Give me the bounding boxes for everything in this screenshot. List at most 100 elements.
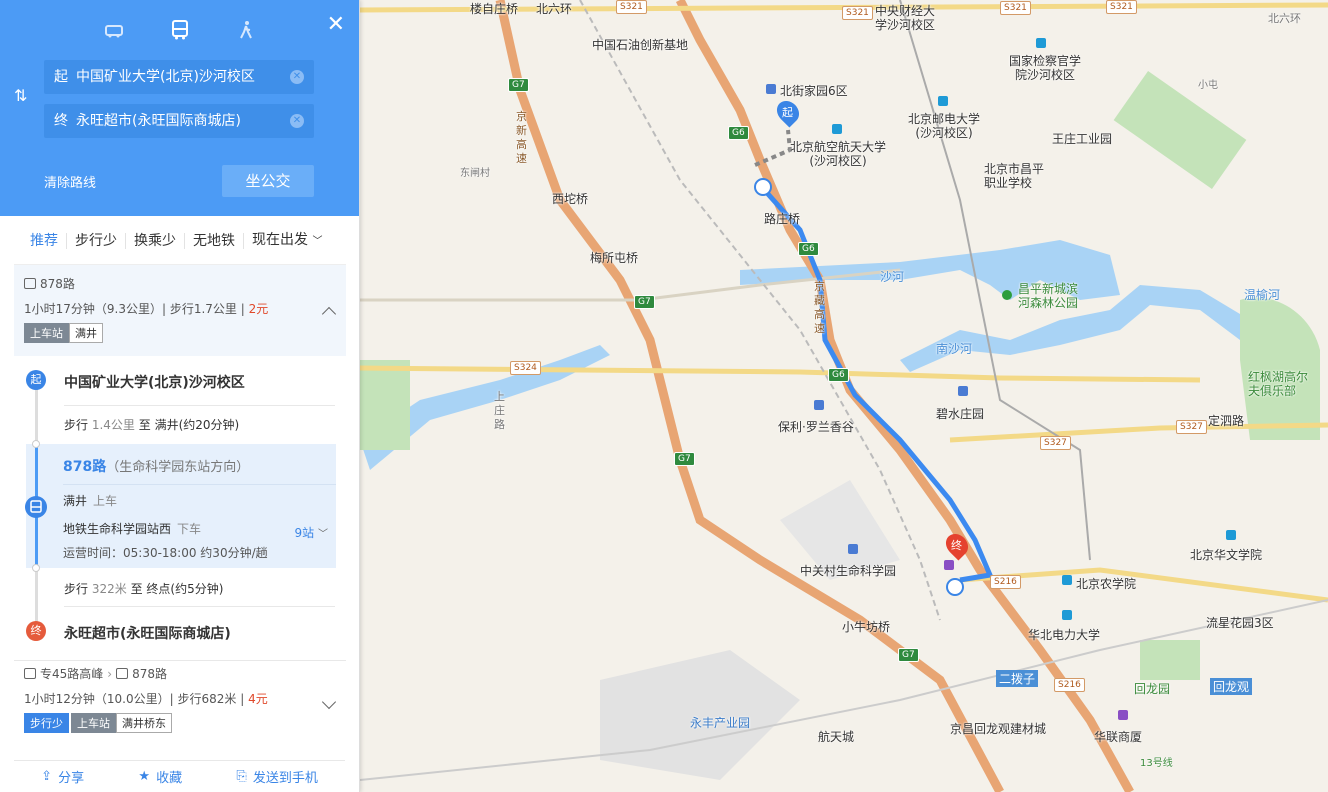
- map-label: 华北电力大学: [1028, 628, 1101, 642]
- map-label: 13号线: [1140, 758, 1173, 769]
- bus-stop-icon[interactable]: [946, 578, 964, 596]
- map-label: 路庄桥: [764, 212, 801, 226]
- plan-info: 1小时12分钟（10.0公里）| 步行682米 |: [24, 692, 249, 706]
- start-stop-name: 中国矿业大学(北京)沙河校区: [64, 375, 245, 391]
- share-icon: ⇪: [41, 769, 53, 784]
- walk-target: 至 终点(约5分钟): [130, 582, 224, 596]
- start-value: 中国矿业大学(北京)沙河校区: [76, 69, 255, 85]
- map-label: 北京航空航天大学(沙河校区): [790, 140, 887, 168]
- bus-direction: （生命科学园东站方向）: [106, 460, 250, 475]
- clear-end-icon[interactable]: ✕: [290, 114, 304, 128]
- map-label: 北六环: [1268, 12, 1301, 25]
- walk-target: 至 满井(约20分钟): [138, 418, 240, 432]
- start-field[interactable]: 起中国矿业大学(北京)沙河校区 ✕: [44, 60, 314, 94]
- bus-stop-icon[interactable]: [754, 178, 772, 196]
- map-label: 楼自庄桥: [470, 2, 519, 16]
- walk-icon[interactable]: [234, 18, 258, 42]
- board-stop-tag-value: 满井桥东: [116, 713, 172, 733]
- bus-icon[interactable]: [168, 18, 192, 42]
- share-button[interactable]: ⇪ 分享: [41, 767, 84, 786]
- chevron-down-icon: ﹀: [318, 529, 328, 540]
- plan-info: 1小时17分钟（9.3公里）| 步行1.7公里 |: [24, 302, 249, 316]
- bus-icon: [116, 668, 129, 679]
- board-stop-tag-label: 上车站: [71, 713, 116, 733]
- close-icon[interactable]: ✕: [327, 14, 345, 36]
- map-label: 京新高速: [516, 110, 527, 165]
- map-label: 流星花园3区: [1206, 616, 1274, 630]
- walk-label: 步行: [64, 582, 89, 596]
- share-label: 分享: [58, 771, 85, 786]
- bus-line-name: 878路: [63, 459, 107, 475]
- map-label: 西坨桥: [552, 192, 589, 206]
- map-label: 华联商厦: [1094, 730, 1143, 744]
- operating-hours: 运营时间：05:30-18:00 约30分钟/趟: [63, 546, 268, 560]
- stops-toggle[interactable]: 9站 ﹀: [295, 524, 328, 541]
- walk-label: 步行: [64, 418, 89, 432]
- favorite-button[interactable]: ★ 收藏: [138, 767, 182, 786]
- school-icon: [1062, 575, 1072, 585]
- chevron-down-icon: ﹀: [312, 236, 323, 247]
- bus-icon: [24, 668, 36, 679]
- map-label: 小屯: [1198, 80, 1218, 91]
- map-label: 北街家园6区: [780, 84, 848, 98]
- drive-icon[interactable]: [102, 18, 126, 42]
- map-label: 北京农学院: [1076, 577, 1137, 591]
- send-to-phone-button[interactable]: ⎘ 发送到手机: [236, 767, 317, 786]
- bus-segment[interactable]: 878路（生命科学园东站方向） 满井 上车 地铁生命科学园站西 下车 运营时间：05…: [26, 444, 336, 568]
- map-label: 沙河: [880, 270, 905, 284]
- map-label: 中国石油创新基地: [592, 38, 689, 52]
- bus-icon: [24, 278, 36, 289]
- end-stop-name: 永旺超市(永旺国际商城店): [64, 626, 231, 642]
- board-stop-tag-label: 上车站: [24, 323, 69, 343]
- search-bus-button[interactable]: 坐公交: [222, 165, 314, 197]
- plan-line: 专45路高峰: [40, 667, 104, 681]
- map-label: 永丰产业园: [690, 716, 751, 730]
- map-label: 保利·罗兰香谷: [778, 420, 854, 434]
- board-stop-tag-value: 满井: [69, 323, 103, 343]
- building-icon: [848, 544, 858, 554]
- end-marker-label: 终: [951, 539, 962, 552]
- bus-stop-icon: [25, 496, 47, 518]
- school-icon: [832, 124, 842, 134]
- start-tag: 起: [54, 69, 68, 85]
- map-label: 碧水庄园: [936, 407, 985, 421]
- board-stop: 满井: [63, 494, 88, 508]
- search-header: ✕ ⇅ 起中国矿业大学(北京)沙河校区 ✕ 终永旺超市(永旺国际商城店) ✕ 清…: [0, 0, 359, 216]
- tab-recommended[interactable]: 推荐: [14, 233, 67, 249]
- timeline-node: [32, 564, 40, 572]
- end-dot: 终: [26, 621, 46, 641]
- depart-now-label: 现在出发: [252, 232, 308, 248]
- map-label: 北京邮电大学(沙河校区): [907, 112, 980, 140]
- tab-less-transfer[interactable]: 换乘少: [126, 233, 185, 249]
- map-label: 王庄工业园: [1052, 132, 1113, 146]
- favorite-label: 收藏: [156, 771, 183, 786]
- tab-depart-now[interactable]: 现在出发 ﹀: [244, 232, 330, 250]
- walk-step-1: 步行 1.4公里 至 满井(约20分钟): [64, 416, 239, 433]
- clear-start-icon[interactable]: ✕: [290, 70, 304, 84]
- map-label: 回龙观: [1210, 678, 1253, 695]
- map-label: 昌平新城滨河森林公园: [1018, 282, 1079, 310]
- park-icon: [1002, 290, 1012, 300]
- map-label: 东闸村: [460, 168, 490, 179]
- swap-icon[interactable]: ⇅: [14, 86, 27, 105]
- route-plan-1[interactable]: 878路 1小时17分钟（9.3公里）| 步行1.7公里 | 2元 上车站 满井: [14, 264, 346, 356]
- tab-less-walk[interactable]: 步行少: [67, 233, 126, 249]
- building-icon: [766, 84, 776, 94]
- map-label: 中央财经大学沙河校区: [874, 4, 935, 32]
- map-label: 航天城: [818, 730, 855, 744]
- start-marker-label: 起: [782, 106, 793, 119]
- map-label: 梅所屯桥: [590, 251, 639, 265]
- route-panel: ✕ ⇅ 起中国矿业大学(北京)沙河校区 ✕ 终永旺超市(永旺国际商城店) ✕ 清…: [0, 0, 360, 792]
- end-value: 永旺超市(永旺国际商城店): [76, 113, 241, 129]
- map-label: 北京华文学院: [1190, 548, 1263, 562]
- school-icon: [938, 96, 948, 106]
- end-field[interactable]: 终永旺超市(永旺国际商城店) ✕: [44, 104, 314, 138]
- route-plan-2[interactable]: 专45路高峰 › 878路 1小时12分钟（10.0公里）| 步行682米 | 4元…: [14, 660, 346, 748]
- tab-no-subway[interactable]: 无地铁: [185, 233, 244, 249]
- map-label: 定泗路: [1208, 414, 1245, 428]
- route-tabs: 推荐 步行少 换乘少 无地铁 现在出发 ﹀: [14, 226, 345, 256]
- clear-route-link[interactable]: 清除路线: [44, 172, 96, 191]
- school-icon: [1062, 610, 1072, 620]
- map-label: 北六环: [536, 2, 573, 16]
- action-bar: ⇪ 分享 ★ 收藏 ⎘ 发送到手机: [14, 760, 345, 792]
